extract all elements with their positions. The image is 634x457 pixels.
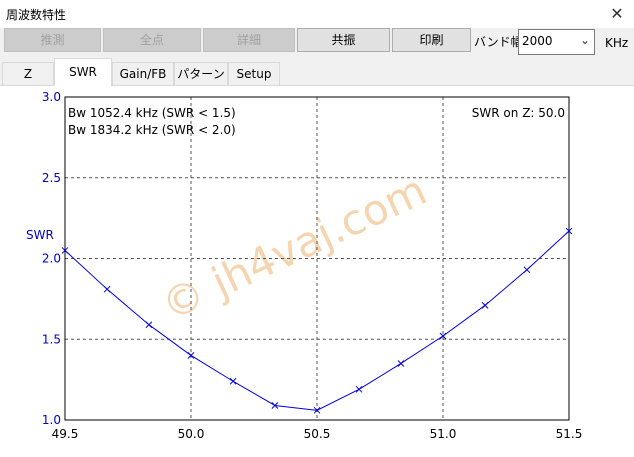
data-point-marker bbox=[145, 321, 153, 329]
chevron-down-icon: ⌄ bbox=[579, 33, 590, 47]
x-tick-label: 49.5 bbox=[52, 427, 79, 441]
title-bar: 周波数特性 ✕ bbox=[0, 0, 634, 29]
tab-bar: Z SWR Gain/FB パターン Setup bbox=[0, 58, 634, 86]
data-point-marker bbox=[397, 360, 405, 367]
estimate-button[interactable]: 推測 bbox=[4, 28, 101, 52]
resonance-button[interactable]: 共振 bbox=[297, 28, 390, 52]
y-axis-label: SWR bbox=[26, 228, 54, 242]
tab-gain-fb[interactable]: Gain/FB bbox=[112, 62, 174, 85]
bandwidth-select[interactable]: 2000 ⌄ bbox=[518, 29, 595, 55]
x-tick-label: 50.5 bbox=[304, 427, 331, 441]
tab-z[interactable]: Z bbox=[2, 62, 54, 85]
data-point-marker bbox=[229, 377, 237, 385]
data-point-marker bbox=[481, 301, 489, 309]
tab-setup[interactable]: Setup bbox=[228, 62, 280, 85]
x-tick-label: 50.0 bbox=[178, 427, 205, 441]
swr-plot-panel: © jh4vaj.com 1.0 1.5 2.0 2.5 3.0 49.5 50.0 50.… bbox=[0, 86, 634, 454]
bandwidth-value: 2000 bbox=[522, 34, 553, 48]
y-tick-label: 2.0 bbox=[42, 252, 61, 266]
window-title: 周波数特性 bbox=[6, 8, 67, 22]
bandwidth-info-1: Bw 1052.4 kHz (SWR < 1.5) bbox=[68, 106, 236, 120]
toolbar: 推測 全点 詳細 共振 印刷 バンド幅 2000 ⌄ KHz bbox=[0, 28, 634, 58]
y-tick-label: 1.0 bbox=[42, 413, 61, 427]
data-point-marker bbox=[355, 385, 363, 393]
y-tick-label: 1.5 bbox=[42, 332, 61, 346]
print-button[interactable]: 印刷 bbox=[392, 28, 471, 52]
data-point-marker bbox=[103, 285, 111, 293]
tab-pattern[interactable]: パターン bbox=[174, 62, 228, 85]
x-tick-label: 51.0 bbox=[430, 427, 457, 441]
x-tick-label: 51.5 bbox=[556, 427, 583, 441]
y-tick-label: 2.5 bbox=[42, 171, 61, 185]
swr-chart: © jh4vaj.com 1.0 1.5 2.0 2.5 3.0 49.5 50.0 50.… bbox=[26, 90, 583, 441]
details-button[interactable]: 詳細 bbox=[203, 28, 295, 52]
swr-reference-impedance: SWR on Z: 50.0 bbox=[472, 106, 565, 120]
bandwidth-label: バンド幅 bbox=[474, 35, 523, 49]
close-icon[interactable]: ✕ bbox=[600, 0, 634, 28]
all-points-button[interactable]: 全点 bbox=[103, 28, 201, 52]
y-tick-label: 3.0 bbox=[42, 90, 61, 104]
unit-label: KHz bbox=[605, 36, 629, 50]
bandwidth-info-2: Bw 1834.2 kHz (SWR < 2.0) bbox=[68, 123, 236, 137]
watermark: © jh4vaj.com bbox=[154, 165, 434, 330]
data-point-marker bbox=[523, 266, 531, 274]
tab-swr[interactable]: SWR bbox=[54, 58, 112, 86]
